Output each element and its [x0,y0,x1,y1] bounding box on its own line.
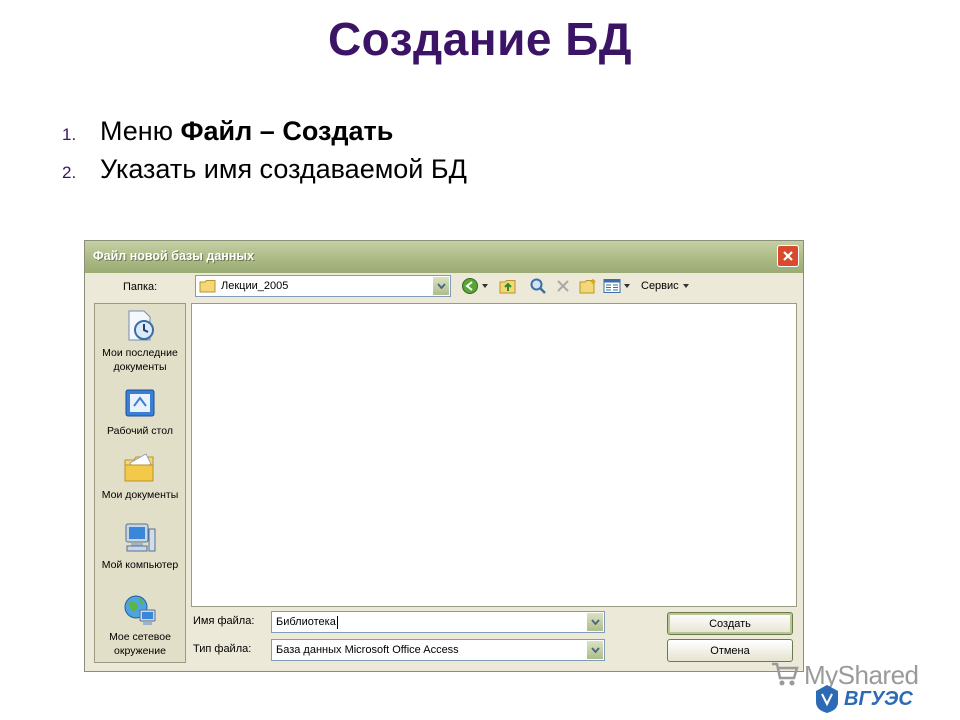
up-folder-button[interactable] [499,275,517,297]
network-places-icon [124,595,156,625]
place-desktop[interactable]: Рабочий стол [95,386,185,438]
caret-down-icon [482,284,488,288]
step-text: Меню Файл – Создать [100,116,394,146]
tools-label: Сервис [641,280,679,292]
folder-value: Лекции_2005 [221,280,289,292]
my-computer-icon [125,523,156,552]
chevron-down-icon [436,283,446,289]
step-2: 2. Указать имя создаваемой БД [62,154,467,192]
place-label: Мой компьютер [101,559,179,571]
filename-input[interactable]: Библиотека [271,611,605,633]
create-button[interactable]: Создать [667,612,793,635]
views-icon [603,279,621,293]
university-emblem-icon [816,685,838,713]
filetype-select[interactable]: База данных Microsoft Office Access [271,639,605,661]
chevron-down-icon [590,647,600,653]
filetype-value: База данных Microsoft Office Access [276,644,459,656]
file-list[interactable] [191,303,797,607]
back-button[interactable] [461,275,489,297]
place-my-computer[interactable]: Мой компьютер [95,520,185,572]
place-network[interactable]: Мое сетевое окружение [95,592,185,658]
dialog-titlebar[interactable]: Файл новой базы данных [85,241,803,273]
filetype-label: Тип файла: [193,643,252,655]
caret-down-icon [682,284,689,288]
step-1: 1. Меню Файл – Создать [62,116,467,154]
step-text: Указать имя создаваемой БД [100,154,467,184]
search-icon [530,278,546,294]
folder-icon [199,280,216,293]
back-icon [462,278,478,294]
tools-menu-button[interactable]: Сервис [641,275,690,297]
views-button[interactable] [603,275,631,297]
place-label: Рабочий стол [107,425,173,437]
dialog-title: Файл новой базы данных [93,249,255,263]
filetype-dropdown-arrow[interactable] [587,641,603,659]
filename-value: Библиотека [276,616,336,628]
watermark: MyShared ВГУЭС [766,656,936,716]
slide-title: Создание БД [327,13,633,65]
new-folder-icon [579,279,596,294]
step-number: 1. [62,125,77,144]
place-label: Мое сетевое окружение [109,631,171,657]
place-label: Мои документы [101,489,179,501]
folder-dropdown-arrow[interactable] [433,277,449,295]
filename-label: Имя файла: [193,615,255,627]
delete-icon [557,280,569,292]
my-documents-icon [124,453,154,482]
close-icon [783,251,793,261]
delete-button[interactable] [555,275,571,297]
folder-label: Папка: [123,281,158,293]
new-database-dialog: Файл новой базы данных Папка: Лекции_200… [84,240,804,672]
watermark-logo: ВГУЭС [844,688,913,710]
caret-down-icon [624,284,630,288]
chevron-down-icon [590,619,600,625]
new-folder-button[interactable] [579,275,597,297]
desktop-icon [125,389,155,417]
text-cursor [336,615,338,629]
filename-dropdown-arrow[interactable] [587,613,603,631]
folder-combo[interactable]: Лекции_2005 [195,275,451,297]
recent-documents-icon [128,310,154,341]
up-folder-icon [499,280,516,294]
place-my-documents[interactable]: Мои документы [95,450,185,502]
place-label: Мои последние документы [102,347,178,373]
step-number: 2. [62,163,77,182]
steps-list: 1. Меню Файл – Создать 2. Указать имя со… [62,116,467,192]
cart-icon [772,662,799,686]
close-button[interactable] [777,245,799,267]
search-web-button[interactable] [529,275,547,297]
places-bar: Мои последние документы Рабочий стол Мои… [94,303,186,663]
place-recent-documents[interactable]: Мои последние документы [95,308,185,374]
